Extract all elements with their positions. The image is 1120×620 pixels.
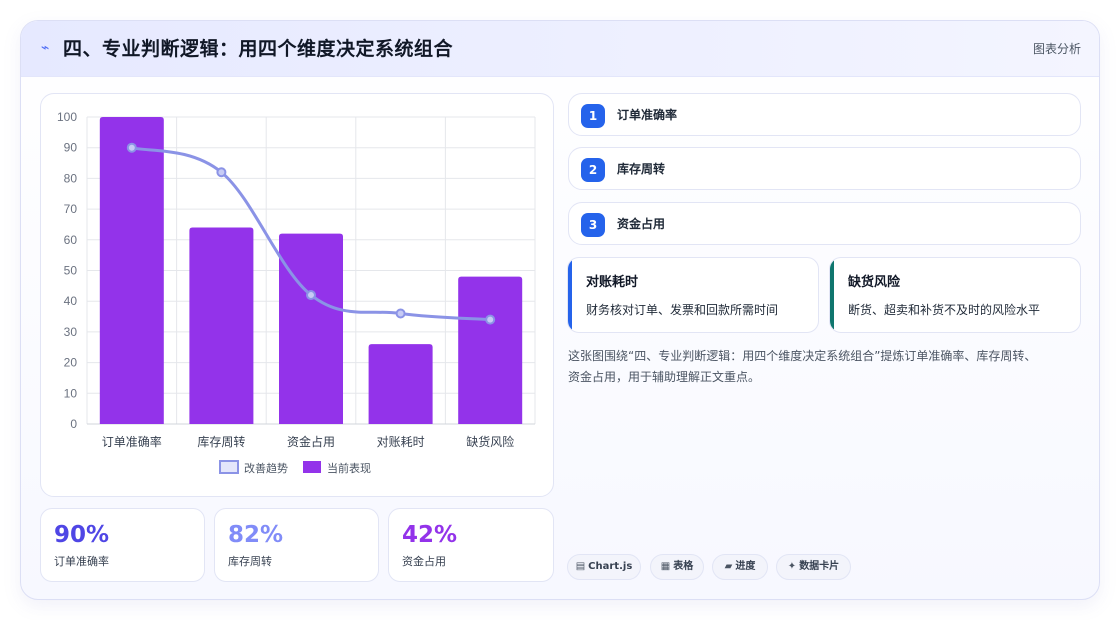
tag-pill-table[interactable]: ▦ 表格 — [650, 554, 704, 580]
trend-point-库存周转 — [216, 167, 227, 178]
stat-label: 库存周转 — [228, 555, 272, 568]
pill-label: 进度 — [735, 561, 756, 572]
step-item: 2 库存周转 — [568, 147, 1081, 190]
legend-swatch-bar — [303, 461, 321, 473]
y-tick-label: 60 — [64, 233, 78, 247]
step-number-badge: 2 — [581, 158, 605, 182]
chart-card: ⌁ 四、专业判断逻辑：用四个维度决定系统组合 图表分析 0 10 20 30 40 50 6… — [20, 20, 1100, 600]
step-label: 资金占用 — [617, 217, 666, 231]
table-icon: ▦ — [660, 561, 671, 572]
tag-pill-data-card[interactable]: ✦ 数据卡片 — [776, 554, 851, 580]
y-tick-label: 0 — [70, 417, 77, 431]
trend-point-订单准确率 — [126, 142, 137, 153]
trend-point-资金占用 — [306, 290, 316, 301]
x-tick-label: 订单准确率 — [102, 434, 162, 449]
y-tick-label: 40 — [64, 294, 78, 308]
tag-pill-chartjs[interactable]: ▤ Chart.js — [567, 554, 641, 580]
y-tick-label: 100 — [57, 110, 77, 124]
tag-pill-progress[interactable]: ▰ 进度 — [712, 554, 768, 580]
y-tick-label: 50 — [64, 264, 78, 278]
stat-card: 90% 订单准确率 — [40, 508, 205, 582]
stat-value: 82% — [228, 522, 284, 548]
page-title: 四、专业判断逻辑：用四个维度决定系统组合 — [63, 38, 454, 60]
stat-label: 订单准确率 — [54, 555, 109, 568]
chart-summary: 这张图围绕“四、专业判断逻辑：用四个维度决定系统组合”提炼订单准确率、库存周转、… — [568, 346, 1081, 388]
chart-icon: ▤ — [575, 561, 586, 572]
pill-label: Chart.js — [588, 561, 633, 572]
stat-value: 90% — [54, 522, 110, 548]
pill-label: 表格 — [673, 561, 694, 572]
bar-对账耗时 — [368, 344, 433, 424]
sparkle-icon: ✦ — [787, 561, 797, 572]
y-tick-label: 80 — [64, 171, 78, 185]
y-tick-label: 10 — [64, 386, 78, 400]
info-card-title: 对账耗时 — [586, 275, 639, 290]
step-item: 1 订单准确率 — [568, 93, 1081, 136]
info-card-desc: 财务核对订单、发票和回款所需时间 — [586, 303, 779, 317]
y-tick-label: 20 — [64, 356, 78, 370]
bar-缺货风险 — [458, 276, 523, 424]
y-tick-label: 30 — [64, 325, 78, 339]
step-item: 3 资金占用 — [568, 202, 1081, 245]
stat-card: 82% 库存周转 — [214, 508, 379, 582]
bar-line-chart: 0 10 20 30 40 50 60 70 80 90 100 订单准确率 库存周转 资金占用 对账耗时 缺… — [57, 110, 536, 475]
x-tick-label: 资金占用 — [287, 434, 335, 449]
trend-point-缺货风险 — [485, 314, 496, 325]
info-card-title: 缺货风险 — [848, 275, 901, 290]
info-card-desc: 断货、超卖和补货不及时的风险水平 — [848, 303, 1041, 317]
card-header: ⌁ 四、专业判断逻辑：用四个维度决定系统组合 图表分析 — [21, 21, 1099, 77]
header-tag: 图表分析 — [1032, 42, 1081, 56]
stat-card: 42% 资金占用 — [388, 508, 554, 582]
legend-label: 当前表现 — [327, 461, 371, 475]
y-tick-label: 90 — [64, 141, 78, 155]
y-tick-label: 70 — [64, 202, 78, 216]
stat-label: 资金占用 — [402, 555, 446, 568]
progress-icon: ▰ — [724, 561, 733, 572]
bar-资金占用 — [279, 233, 343, 424]
trend-point-对账耗时 — [395, 308, 406, 319]
step-number-badge: 3 — [581, 213, 605, 237]
info-card-accent — [568, 258, 572, 332]
info-card: 缺货风险 断货、超卖和补货不及时的风险水平 — [829, 257, 1081, 333]
lightning-icon: ⌁ — [41, 40, 50, 56]
x-tick-label: 缺货风险 — [466, 434, 514, 449]
x-tick-label: 对账耗时 — [377, 435, 425, 449]
step-label: 库存周转 — [617, 162, 666, 176]
bar-库存周转 — [189, 227, 254, 424]
legend-swatch-line — [219, 460, 239, 474]
chart-panel: 0 10 20 30 40 50 60 70 80 90 100 订单准确率 库存周转 资金占用 对账耗时 缺… — [40, 93, 554, 497]
summary-line: 这张图围绕“四、专业判断逻辑：用四个维度决定系统组合”提炼订单准确率、库存周转、 — [568, 349, 1037, 363]
stat-value: 42% — [402, 522, 458, 548]
info-card-accent — [830, 258, 834, 332]
x-tick-label: 库存周转 — [197, 434, 245, 449]
summary-line: 资金占用，用于辅助理解正文重点。 — [568, 370, 761, 384]
step-label: 订单准确率 — [617, 108, 678, 122]
legend-label: 改善趋势 — [244, 461, 288, 475]
bar-订单准确率 — [99, 117, 164, 424]
info-card: 对账耗时 财务核对订单、发票和回款所需时间 — [567, 257, 819, 333]
pill-label: 数据卡片 — [799, 561, 840, 572]
step-number-badge: 1 — [581, 104, 605, 128]
